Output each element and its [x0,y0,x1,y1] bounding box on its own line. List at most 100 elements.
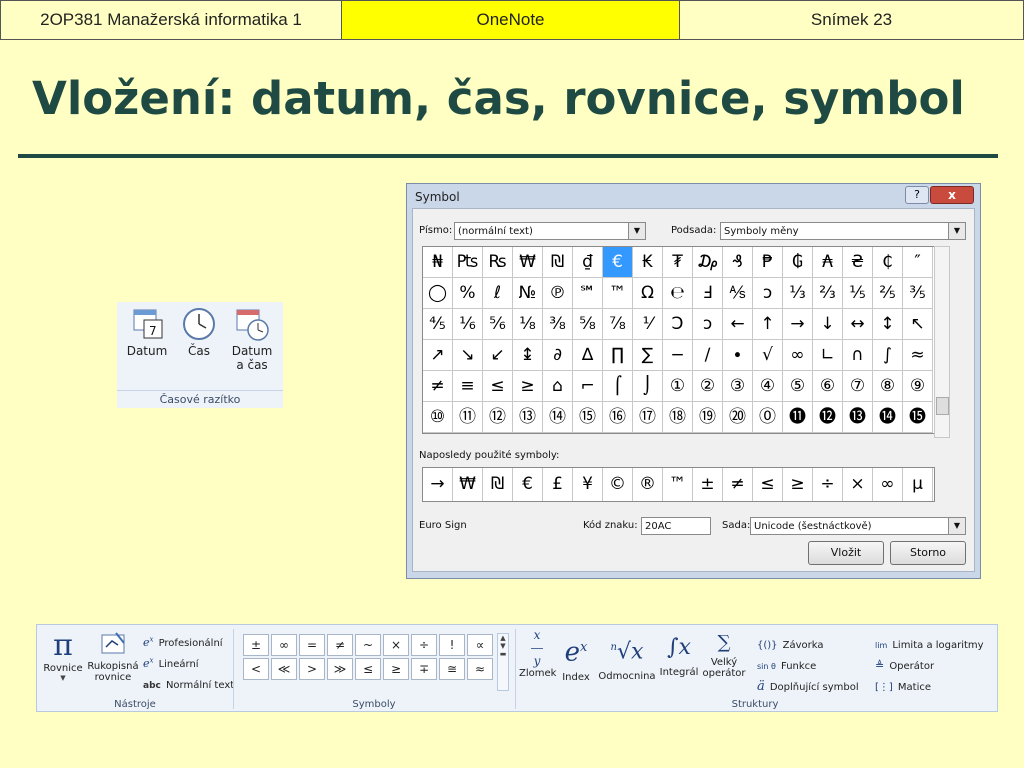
symbol-cell[interactable]: ⅗ [903,278,933,309]
ribbon-symbol-button[interactable]: ± [243,634,269,656]
symbol-cell[interactable]: ① [663,371,693,402]
ribbon-symbol-button[interactable]: ≤ [355,658,381,680]
equation-button[interactable]: π Rovnice ▼ [41,629,85,691]
symbol-cell[interactable]: ₱ [753,247,783,278]
symbol-cell[interactable]: ⅓ [783,278,813,309]
symbol-cell[interactable]: ⌠ [603,371,633,402]
symbol-cell[interactable]: ◯ [423,278,453,309]
symbol-cell[interactable]: ⑳ [723,402,753,433]
symbol-cell[interactable]: ③ [723,371,753,402]
symbol-cell[interactable]: ∫ [873,340,903,371]
symbol-cell[interactable]: ≡ [453,371,483,402]
close-button[interactable]: x [930,186,974,204]
symbol-grid-scrollbar[interactable] [934,246,950,438]
ribbon-symbol-button[interactable]: × [383,634,409,656]
symbol-cell[interactable]: ∟ [813,340,843,371]
recent-symbol-cell[interactable]: ≠ [723,468,753,501]
symbol-cell[interactable]: ⅍ [723,278,753,309]
symbol-cell[interactable]: ⑧ [873,371,903,402]
recent-symbol-cell[interactable]: ₪ [483,468,513,501]
font-select[interactable]: (normální text) ▼ [454,222,646,240]
symbol-cell[interactable]: ℠ [573,278,603,309]
ribbon-symbol-button[interactable]: ! [439,634,465,656]
symbol-cell[interactable]: ″ [903,247,933,278]
help-button[interactable]: ? [905,186,929,204]
ribbon-symbol-button[interactable]: ÷ [411,634,437,656]
time-button[interactable]: Čas [177,306,221,358]
professional-button[interactable]: ex Profesionální [143,631,223,650]
symbol-cell[interactable]: ₳ [813,247,843,278]
symbol-cell[interactable]: ℗ [543,278,573,309]
recent-symbol-cell[interactable]: ≥ [783,468,813,501]
symbol-cell[interactable]: ② [693,371,723,402]
symbol-cell[interactable]: ₯ [693,247,723,278]
ribbon-symbol-button[interactable]: > [299,658,325,680]
symbol-cell[interactable]: ↄ [753,278,783,309]
ribbon-symbol-button[interactable]: = [299,634,325,656]
symbol-cell[interactable]: − [663,340,693,371]
recent-symbol-cell[interactable]: ™ [663,468,693,501]
symbol-cell[interactable]: ₵ [873,247,903,278]
script-button[interactable]: ex Index [559,629,593,683]
symbol-cell[interactable]: ≠ [423,371,453,402]
symbol-cell[interactable]: ₮ [663,247,693,278]
symbol-cell[interactable]: ⑫ [483,402,513,433]
symbol-cell[interactable]: ⓮ [873,402,903,433]
symbol-cell[interactable]: ↗ [423,340,453,371]
symbol-cell[interactable]: ⌐ [573,371,603,402]
symbol-cell[interactable]: ↔ [843,309,873,340]
symbol-cell[interactable]: ↖ [903,309,933,340]
symbol-cell[interactable]: ₪ [543,247,573,278]
symbol-cell[interactable]: ∂ [543,340,573,371]
ribbon-symbol-button[interactable]: ≠ [327,634,353,656]
ribbon-symbol-button[interactable]: ≪ [271,658,297,680]
symbol-cell[interactable]: ⅝ [573,309,603,340]
recent-symbol-cell[interactable]: ≤ [753,468,783,501]
symbol-cell[interactable]: ₦ [423,247,453,278]
symbol-cell[interactable]: ⅙ [453,309,483,340]
recent-symbol-cell[interactable]: ₩ [453,468,483,501]
symbol-cell[interactable]: ⑤ [783,371,813,402]
symbol-cell[interactable]: ℓ [483,278,513,309]
symbol-cell[interactable]: ⓫ [783,402,813,433]
function-button[interactable]: sin θ Funkce [757,654,816,673]
symbol-cell[interactable]: ℮ [663,278,693,309]
recent-symbol-cell[interactable]: → [423,468,453,501]
symbol-cell[interactable]: ⓭ [843,402,873,433]
symbol-cell[interactable]: ↘ [453,340,483,371]
ribbon-symbol-button[interactable]: ~ [355,634,381,656]
subset-select[interactable]: Symboly měny ▼ [720,222,966,240]
symbol-gallery-scroll[interactable]: ▲ ▼ ▬ [497,633,509,691]
recent-symbol-cell[interactable]: ± [693,468,723,501]
from-select[interactable]: Unicode (šestnáctkově) ▼ [750,517,966,535]
symbol-cell[interactable]: ← [723,309,753,340]
symbol-cell[interactable]: ⅖ [873,278,903,309]
matrix-button[interactable]: [⋮] Matice [875,675,931,694]
symbol-cell[interactable]: ∆ [573,340,603,371]
symbol-cell[interactable]: Ω [633,278,663,309]
scrollbar-thumb[interactable] [936,397,949,415]
operator-button[interactable]: ≜ Operátor [875,654,934,673]
symbol-cell[interactable]: ₫ [573,247,603,278]
symbol-cell[interactable]: ∙ [723,340,753,371]
symbol-cell[interactable]: ⑭ [543,402,573,433]
symbol-cell[interactable]: ⑮ [573,402,603,433]
symbol-cell[interactable]: ≈ [903,340,933,371]
ribbon-symbol-button[interactable]: ≅ [439,658,465,680]
ribbon-symbol-button[interactable]: ∞ [271,634,297,656]
symbol-cell[interactable]: ₰ [723,247,753,278]
symbol-cell[interactable]: ⑰ [633,402,663,433]
symbol-cell[interactable]: ⓬ [813,402,843,433]
symbol-cell[interactable]: ↄ [693,309,723,340]
recent-symbol-cell[interactable]: ® [633,468,663,501]
ribbon-symbol-button[interactable]: < [243,658,269,680]
recent-symbol-cell[interactable]: µ [903,468,933,501]
symbol-cell[interactable]: ₭ [633,247,663,278]
symbol-cell[interactable]: ₲ [783,247,813,278]
ink-equation-button[interactable]: Rukopisná rovnice [87,629,139,691]
symbol-cell[interactable]: → [783,309,813,340]
ribbon-symbol-button[interactable]: ∓ [411,658,437,680]
symbol-cell[interactable]: ⑲ [693,402,723,433]
symbol-cell[interactable]: ⓪ [753,402,783,433]
integral-button[interactable]: ∫x Integrál [659,629,699,678]
